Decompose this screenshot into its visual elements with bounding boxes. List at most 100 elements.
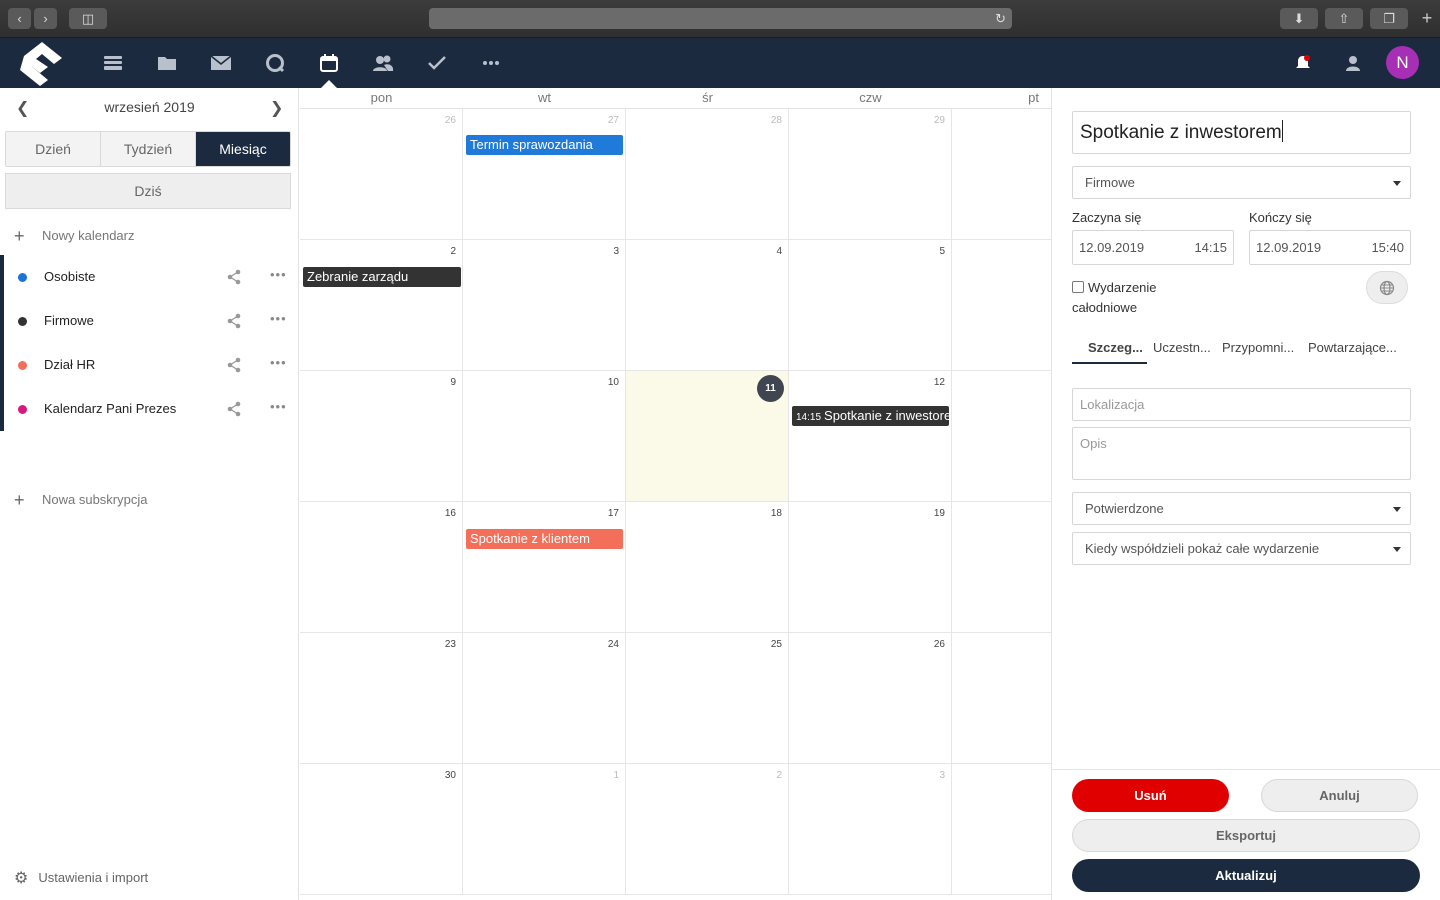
sidebar-toggle-icon[interactable]: ◫ — [69, 8, 107, 29]
cancel-button[interactable]: Anuluj — [1261, 779, 1418, 812]
more-options-icon[interactable]: ••• — [270, 311, 287, 326]
calendar-name: Firmowe — [44, 313, 94, 328]
event-termin-sprawozdania[interactable]: Termin sprawozdania — [466, 135, 623, 155]
folder-icon[interactable] — [154, 50, 180, 76]
today-button[interactable]: Dziś — [5, 173, 291, 209]
day-cell[interactable]: 9 — [300, 371, 463, 502]
sharing-select-value: Kiedy współdzieli pokaż całe wydarzenie — [1085, 541, 1320, 556]
day-cell[interactable]: 18 — [626, 502, 789, 633]
calendar-select[interactable]: Firmowe — [1072, 166, 1411, 199]
event-spotkanie-z-inwestorem[interactable]: 14:15 Spotkanie z inwestorem — [792, 406, 949, 426]
day-cell[interactable]: 2 — [300, 240, 463, 371]
tasks-check-icon[interactable] — [424, 50, 450, 76]
day-cell[interactable]: 17 — [463, 502, 626, 633]
view-week-button[interactable]: Tydzień — [101, 132, 196, 166]
calendar-item-osobiste[interactable]: Osobiste ••• — [0, 255, 299, 299]
tab-participants[interactable]: Uczestn... — [1153, 340, 1211, 355]
day-cell[interactable]: 10 — [463, 371, 626, 502]
new-calendar-button[interactable]: + Nowy kalendarz — [14, 226, 135, 247]
tab-details[interactable]: Szczeg... — [1088, 340, 1143, 355]
settings-import-link[interactable]: ⚙ Ustawienia i import — [14, 868, 148, 888]
day-cell[interactable] — [952, 371, 1051, 502]
mail-icon[interactable] — [208, 50, 234, 76]
stack-icon[interactable] — [100, 50, 126, 76]
app-logo[interactable] — [18, 40, 68, 86]
calendar-item-dzial-hr[interactable]: Dział HR ••• — [0, 343, 299, 387]
notifications-bell-icon[interactable] — [1290, 50, 1316, 76]
more-apps-icon[interactable] — [478, 50, 504, 76]
day-cell[interactable]: 11 — [626, 371, 789, 502]
day-cell[interactable]: 2 — [626, 764, 789, 895]
forward-icon[interactable]: › — [34, 8, 57, 29]
status-select[interactable]: Potwierdzone — [1072, 492, 1411, 525]
tabs-icon[interactable]: ❐ — [1370, 8, 1408, 29]
user-status-icon[interactable] — [1340, 50, 1366, 76]
export-button[interactable]: Eksportuj — [1072, 819, 1420, 852]
new-tab-icon[interactable]: + — [1416, 8, 1438, 29]
calendar-color-dot — [18, 361, 27, 370]
day-cell[interactable]: 3 — [789, 764, 952, 895]
day-cell[interactable]: 4 — [626, 240, 789, 371]
more-options-icon[interactable]: ••• — [270, 355, 287, 370]
more-options-icon[interactable]: ••• — [270, 267, 287, 282]
day-cell[interactable]: 24 — [463, 633, 626, 764]
event-zebranie-zarzadu[interactable]: Zebranie zarządu — [303, 267, 461, 287]
address-bar[interactable]: ↻ — [429, 8, 1012, 29]
share-icon[interactable] — [226, 357, 242, 373]
day-cell[interactable] — [952, 633, 1051, 764]
weekday-header: wt — [463, 88, 626, 109]
sharing-visibility-select[interactable]: Kiedy współdzieli pokaż całe wydarzenie — [1072, 532, 1411, 565]
day-cell[interactable]: 1 — [463, 764, 626, 895]
calendar-item-pani-prezes[interactable]: Kalendarz Pani Prezes ••• — [0, 387, 299, 431]
day-cell[interactable]: 29 — [789, 109, 952, 240]
day-cell[interactable]: 5 — [789, 240, 952, 371]
view-day-button[interactable]: Dzień — [6, 132, 101, 166]
back-icon[interactable]: ‹ — [8, 8, 31, 29]
location-input[interactable]: Lokalizacja — [1072, 388, 1411, 421]
end-datetime-field[interactable]: 12.09.2019 15:40 — [1249, 230, 1411, 265]
day-cell[interactable] — [952, 502, 1051, 633]
reload-icon[interactable]: ↻ — [995, 8, 1006, 29]
day-cell[interactable]: 16 — [300, 502, 463, 633]
day-cell[interactable] — [952, 764, 1051, 895]
day-cell[interactable] — [952, 109, 1051, 240]
new-subscription-button[interactable]: + Nowa subskrypcja — [14, 490, 148, 511]
day-cell[interactable]: 3 — [463, 240, 626, 371]
day-cell[interactable]: 26 — [789, 633, 952, 764]
chat-icon[interactable] — [262, 50, 288, 76]
calendar-icon[interactable] — [316, 50, 342, 76]
month-navigator: ❮ wrzesień 2019 ❯ — [0, 88, 299, 128]
calendar-item-firmowe[interactable]: Firmowe ••• — [0, 299, 299, 343]
share-icon[interactable] — [226, 313, 242, 329]
start-datetime-field[interactable]: 12.09.2019 14:15 — [1072, 230, 1234, 265]
next-month-icon[interactable]: ❯ — [270, 98, 283, 118]
view-month-button[interactable]: Miesiąc — [196, 132, 290, 166]
tab-recurrence[interactable]: Powtarzające... — [1308, 340, 1397, 355]
day-cell[interactable]: 30 — [300, 764, 463, 895]
day-cell[interactable]: 12 — [789, 371, 952, 502]
tab-reminders[interactable]: Przypomni... — [1222, 340, 1294, 355]
delete-button[interactable]: Usuń — [1072, 779, 1229, 812]
share-icon[interactable] — [226, 401, 242, 417]
all-day-checkbox[interactable]: Wydarzenie całodniowe — [1072, 278, 1157, 318]
month-grid: pon wt śr czw pt 26 27 28 29 2 3 4 5 9 10 11 12 16 17… — [300, 88, 1051, 900]
event-spotkanie-z-klientem[interactable]: Spotkanie z klientem — [466, 529, 623, 549]
update-button[interactable]: Aktualizuj — [1072, 859, 1420, 892]
more-options-icon[interactable]: ••• — [270, 399, 287, 414]
event-title-input[interactable]: Spotkanie z inwestorem — [1072, 111, 1411, 154]
description-textarea[interactable]: Opis — [1072, 427, 1411, 480]
day-cell[interactable]: 26 — [300, 109, 463, 240]
day-cell[interactable] — [952, 240, 1051, 371]
day-number: 28 — [770, 115, 782, 126]
contacts-icon[interactable] — [370, 50, 396, 76]
day-cell[interactable]: 27 — [463, 109, 626, 240]
day-cell[interactable]: 19 — [789, 502, 952, 633]
share-icon[interactable]: ⇧ — [1325, 8, 1363, 29]
day-cell[interactable]: 25 — [626, 633, 789, 764]
day-cell[interactable]: 28 — [626, 109, 789, 240]
download-icon[interactable]: ⬇ — [1280, 8, 1318, 29]
day-cell[interactable]: 23 — [300, 633, 463, 764]
share-icon[interactable] — [226, 269, 242, 285]
timezone-globe-button[interactable] — [1366, 271, 1408, 304]
avatar[interactable]: N — [1386, 46, 1419, 79]
